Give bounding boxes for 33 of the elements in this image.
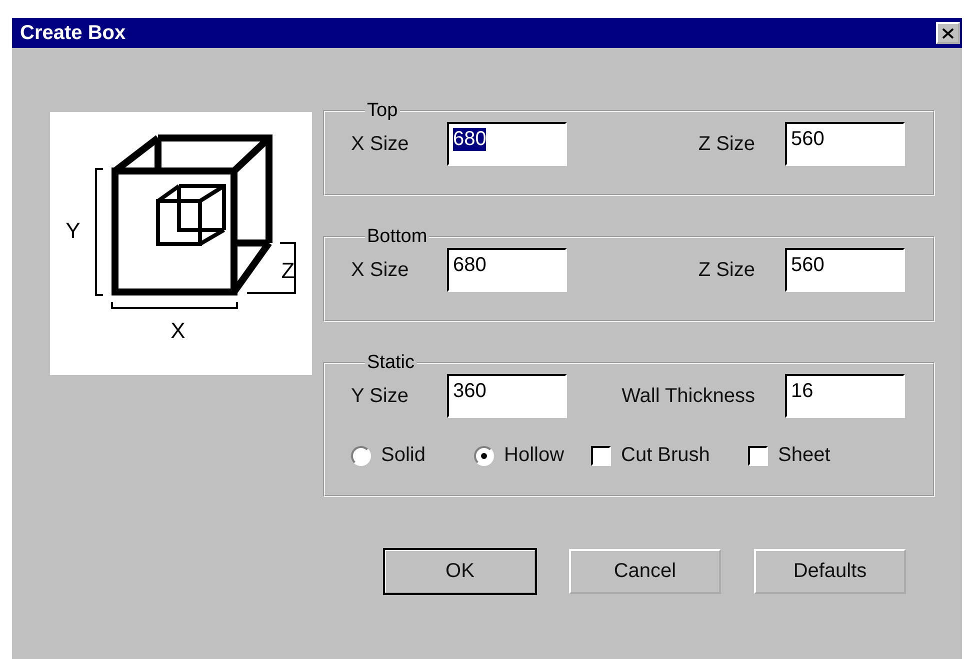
input-field[interactable]: 16 <box>785 374 905 418</box>
option-label: Sheet <box>778 444 830 467</box>
option-label: Hollow <box>504 444 564 467</box>
group-title: Bottom <box>366 226 428 248</box>
group-title: Static <box>366 352 416 374</box>
field-label: Y Size <box>351 384 410 408</box>
input-field[interactable]: 560 <box>785 248 905 292</box>
field-label: Z Size <box>697 132 756 156</box>
field-label: Z Size <box>697 258 756 282</box>
dialog-button[interactable]: Cancel <box>569 549 721 594</box>
input-field[interactable]: 560 <box>785 122 905 166</box>
checkbox[interactable] <box>748 446 768 466</box>
close-button[interactable] <box>936 22 960 44</box>
axis-label: Y <box>66 218 80 243</box>
input-field[interactable]: 680 <box>447 122 567 166</box>
input-field[interactable]: 360 <box>447 374 567 418</box>
option-label: Cut Brush <box>621 444 710 467</box>
field-label: Wall Thickness <box>620 384 756 408</box>
dialog-button[interactable]: OK <box>384 549 536 594</box>
checkbox[interactable] <box>591 446 611 466</box>
dialog-button[interactable]: Defaults <box>754 549 906 594</box>
window-title: Create Box <box>20 22 126 44</box>
dimension-bracket <box>247 242 296 294</box>
field-label: X Size <box>351 132 410 156</box>
close-icon <box>942 28 954 38</box>
axis-label: Z <box>281 258 295 283</box>
group-title: Top <box>366 100 399 122</box>
input-field[interactable]: 680 <box>447 248 567 292</box>
field-label: X Size <box>351 258 410 282</box>
axis-label: X <box>170 318 186 343</box>
radio-button[interactable] <box>474 446 494 466</box>
option-label: Solid <box>381 444 426 467</box>
radio-button[interactable] <box>351 446 371 466</box>
